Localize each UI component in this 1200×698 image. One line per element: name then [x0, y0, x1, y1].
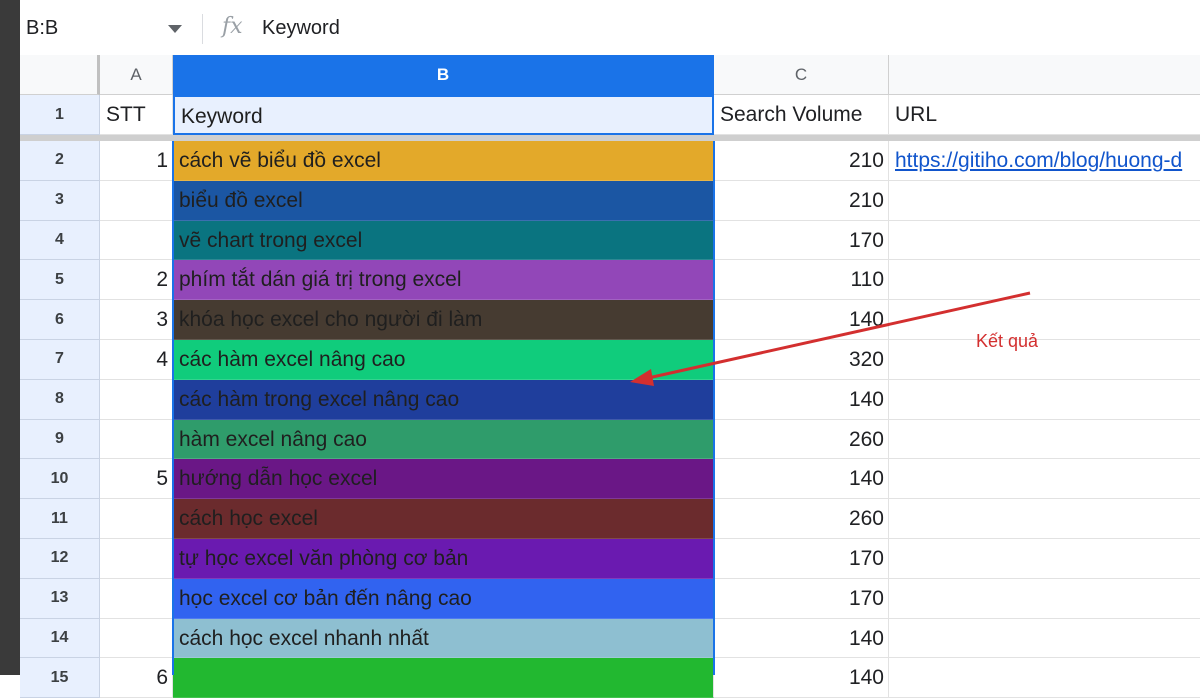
- arrow-line: [647, 291, 1031, 380]
- arrow-head-icon: [630, 369, 654, 386]
- annotation-label: Kết quả: [976, 331, 1039, 351]
